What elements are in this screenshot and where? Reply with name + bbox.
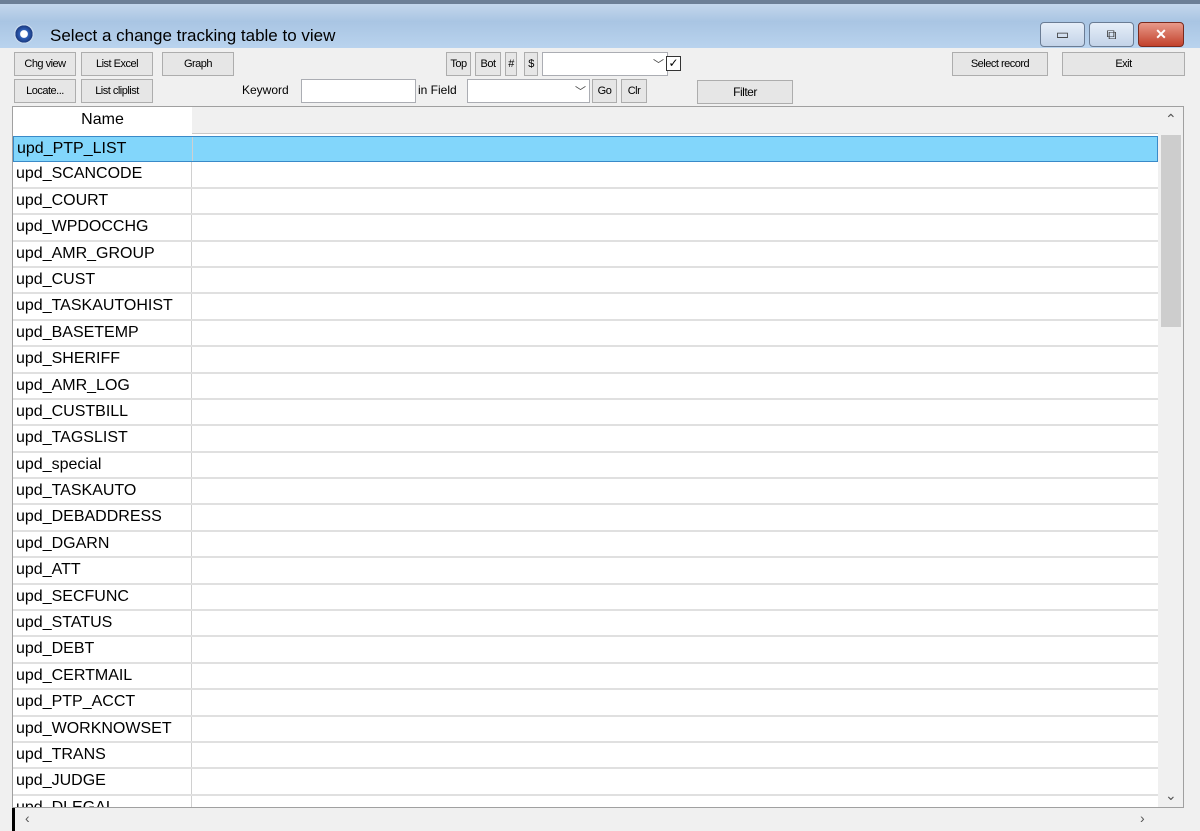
table-row[interactable]: upd_DGARN xyxy=(13,531,1158,559)
field-combo[interactable]: ﹀ xyxy=(467,79,590,103)
hash-button[interactable]: # xyxy=(505,52,517,76)
table-row[interactable]: upd_DLEGAL xyxy=(13,795,1158,807)
row-name-cell: upd_CUST xyxy=(13,267,192,293)
table-row[interactable]: upd_DEBADDRESS xyxy=(13,505,1158,532)
keyword-input[interactable] xyxy=(301,79,416,103)
table-row[interactable]: upd_special xyxy=(13,452,1158,480)
title-bar: Select a change tracking table to view ▭… xyxy=(0,0,1200,48)
window-title: Select a change tracking table to view xyxy=(50,26,336,45)
row-name-cell: upd_DGARN xyxy=(13,531,192,557)
chg-view-button[interactable]: Chg view xyxy=(14,52,76,76)
table-row[interactable]: upd_WPDOCCHG xyxy=(13,215,1158,242)
horizontal-scrollbar[interactable]: ‹ › xyxy=(12,808,1157,831)
select-record-button[interactable]: Select record xyxy=(952,52,1048,76)
row-name-cell: upd_TAGSLIST xyxy=(13,426,192,451)
row-name-cell: upd_DEBT xyxy=(13,637,192,662)
row-name-cell: upd_WPDOCCHG xyxy=(13,215,192,240)
table-row[interactable]: upd_SHERIFF xyxy=(13,347,1158,374)
table-grid[interactable]: Name upd_PTP_LIST upd_SCANCODE upd_COURT up… xyxy=(12,106,1184,808)
minimize-button[interactable]: ▭ xyxy=(1040,22,1085,47)
list-cliplist-button[interactable]: List cliplist xyxy=(81,79,153,103)
table-row[interactable]: upd_STATUS xyxy=(13,611,1158,638)
scroll-left-icon[interactable]: ‹ xyxy=(25,810,30,826)
table-row[interactable]: upd_TASKAUTOHIST xyxy=(13,294,1158,321)
graph-button[interactable]: Graph xyxy=(162,52,234,76)
row-name-cell: upd_DEBADDRESS xyxy=(13,505,192,530)
list-excel-button[interactable]: List Excel xyxy=(81,52,153,76)
app-icon xyxy=(14,24,34,44)
row-name-cell: upd_AMR_GROUP xyxy=(13,241,192,266)
table-row[interactable]: upd_CERTMAIL xyxy=(13,663,1158,691)
filter-button[interactable]: Filter xyxy=(697,80,793,104)
table-row[interactable]: upd_ATT xyxy=(13,558,1158,585)
option-checkbox[interactable]: ✓ xyxy=(666,56,681,71)
sort-combo[interactable]: ﹀ xyxy=(542,52,668,76)
table-row[interactable]: upd_DEBT xyxy=(13,637,1158,664)
in-field-label: in Field xyxy=(418,83,457,97)
scroll-up-icon[interactable]: ⌃ xyxy=(1165,111,1177,128)
scroll-thumb[interactable] xyxy=(1161,135,1181,327)
scroll-down-icon[interactable]: ⌄ xyxy=(1165,787,1177,804)
row-name-cell: upd_WORKNOWSET xyxy=(13,716,192,741)
table-row[interactable]: upd_WORKNOWSET xyxy=(13,716,1158,743)
row-name-cell: upd_ATT xyxy=(13,558,192,583)
row-name-cell: upd_SCANCODE xyxy=(13,162,192,187)
top-button[interactable]: Top xyxy=(446,52,471,76)
exit-button[interactable]: Exit xyxy=(1062,52,1185,76)
go-button[interactable]: Go xyxy=(592,79,617,103)
close-button[interactable]: ✕ xyxy=(1138,22,1184,47)
row-name-cell: upd_TASKAUTO xyxy=(13,479,192,504)
grid-header: Name xyxy=(13,107,1158,134)
table-row[interactable]: upd_JUDGE xyxy=(13,769,1158,796)
row-name-cell: upd_DLEGAL xyxy=(13,795,192,807)
row-name-cell: upd_TASKAUTOHIST xyxy=(13,294,192,319)
keyword-label: Keyword xyxy=(242,83,289,97)
restore-button[interactable]: ⧉ xyxy=(1089,22,1134,47)
table-row[interactable]: upd_BASETEMP xyxy=(13,320,1158,348)
chevron-down-icon: ﹀ xyxy=(653,59,664,71)
table-row[interactable]: upd_CUST xyxy=(13,267,1158,295)
grid-rows: upd_PTP_LIST upd_SCANCODE upd_COURT upd_WPD… xyxy=(13,136,1158,807)
bot-button[interactable]: Bot xyxy=(475,52,501,76)
row-name-cell: upd_TRANS xyxy=(13,742,192,768)
table-row[interactable]: upd_TAGSLIST xyxy=(13,426,1158,453)
row-name-cell: upd_CUSTBILL xyxy=(13,399,192,425)
table-row[interactable]: upd_TASKAUTO xyxy=(13,479,1158,506)
table-row[interactable]: upd_COURT xyxy=(13,188,1158,216)
row-name-cell: upd_COURT xyxy=(13,188,192,214)
row-name-cell: upd_PTP_LIST xyxy=(14,137,193,162)
table-row[interactable]: upd_PTP_LIST xyxy=(13,136,1158,163)
chevron-down-icon: ﹀ xyxy=(575,86,586,98)
table-row[interactable]: upd_SECFUNC xyxy=(13,584,1158,612)
row-name-cell: upd_JUDGE xyxy=(13,769,192,794)
table-row[interactable]: upd_CUSTBILL xyxy=(13,399,1158,427)
clr-button[interactable]: Clr xyxy=(621,79,647,103)
table-row[interactable]: upd_TRANS xyxy=(13,742,1158,770)
table-row[interactable]: upd_AMR_GROUP xyxy=(13,241,1158,268)
table-row[interactable]: upd_PTP_ACCT xyxy=(13,690,1158,717)
row-name-cell: upd_SECFUNC xyxy=(13,584,192,610)
row-name-cell: upd_STATUS xyxy=(13,611,192,636)
row-name-cell: upd_AMR_LOG xyxy=(13,373,192,398)
row-name-cell: upd_PTP_ACCT xyxy=(13,690,192,715)
table-row[interactable]: upd_AMR_LOG xyxy=(13,373,1158,400)
row-name-cell: upd_SHERIFF xyxy=(13,347,192,372)
row-name-cell: upd_CERTMAIL xyxy=(13,663,192,689)
row-name-cell: upd_BASETEMP xyxy=(13,320,192,346)
scroll-right-icon[interactable]: › xyxy=(1140,810,1145,826)
vertical-scrollbar[interactable]: ⌃ ⌄ xyxy=(1158,107,1183,807)
table-row[interactable]: upd_SCANCODE xyxy=(13,162,1158,189)
locate-button[interactable]: Locate... xyxy=(14,79,76,103)
column-header-name[interactable]: Name xyxy=(13,107,192,134)
row-name-cell: upd_special xyxy=(13,452,192,478)
dollar-button[interactable]: $ xyxy=(524,52,538,76)
